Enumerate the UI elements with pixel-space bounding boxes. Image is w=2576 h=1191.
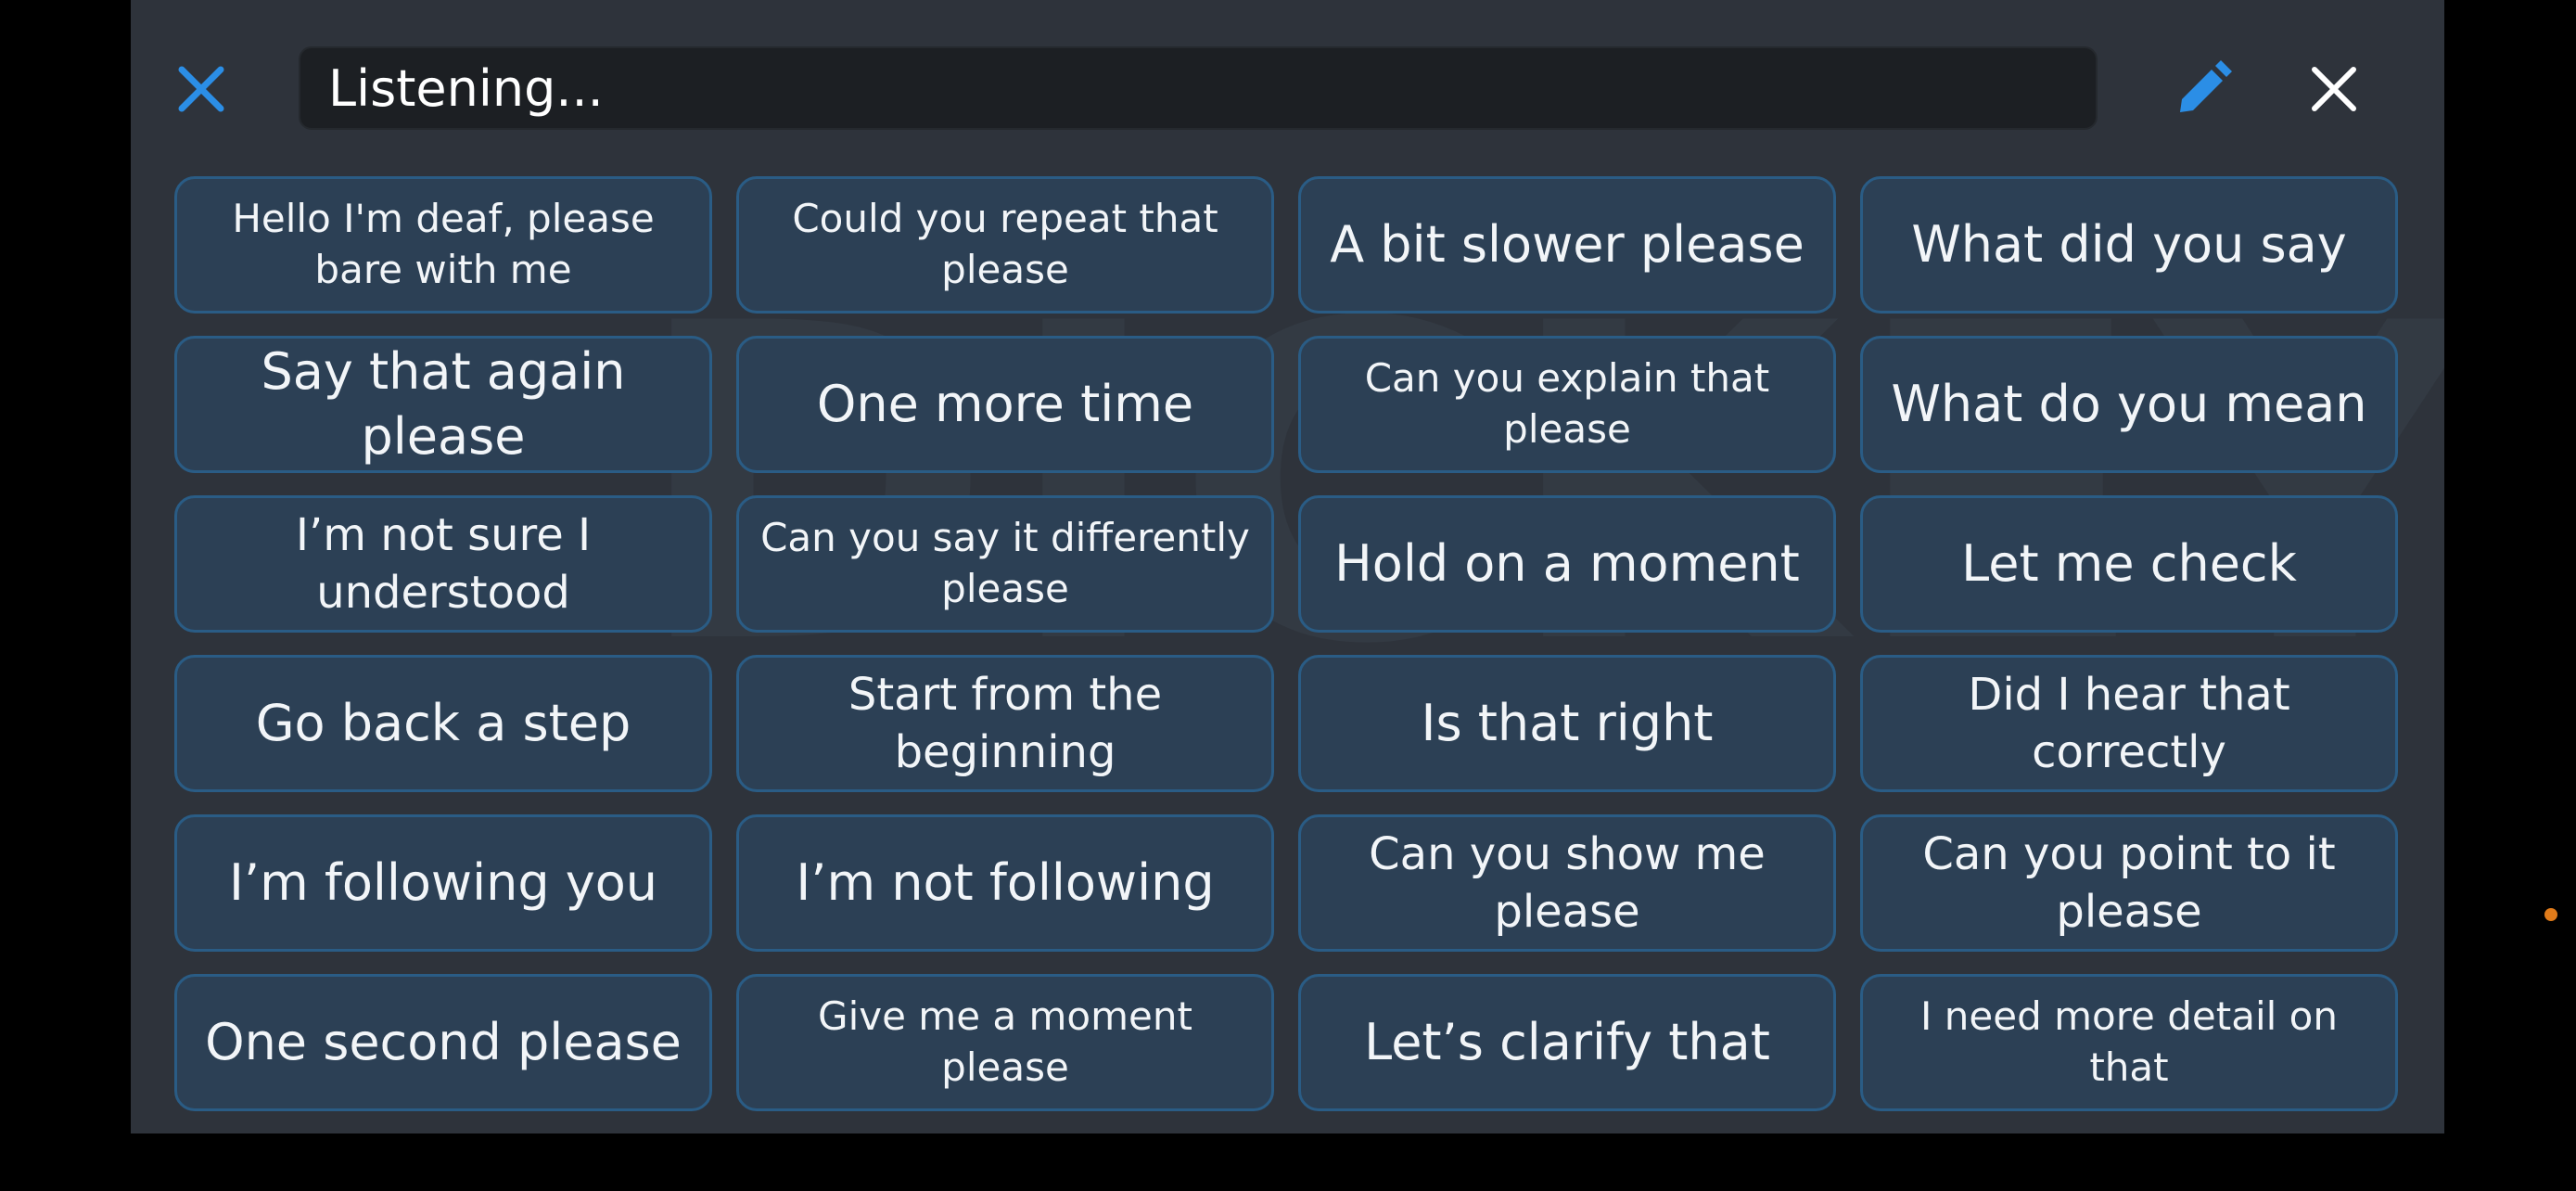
close-icon bbox=[178, 66, 224, 112]
phrase-button[interactable]: One more time bbox=[736, 336, 1274, 473]
phrase-panel: DICKEY Listening... Hello I'm deaf, plea bbox=[131, 0, 2444, 1133]
phrase-button[interactable]: One second please bbox=[174, 974, 712, 1111]
top-bar: Listening... bbox=[131, 0, 2444, 176]
phrase-button[interactable]: What do you mean bbox=[1860, 336, 2398, 473]
phrase-button[interactable]: A bit slower please bbox=[1298, 176, 1836, 314]
edit-button[interactable] bbox=[2166, 56, 2240, 122]
phrase-button[interactable]: Can you explain that please bbox=[1298, 336, 1836, 473]
phrase-button[interactable]: Could you repeat that please bbox=[736, 176, 1274, 314]
speech-transcript-field[interactable]: Listening... bbox=[299, 46, 2098, 130]
transcript-text: Listening... bbox=[328, 58, 604, 118]
phrase-button[interactable]: Start from the beginning bbox=[736, 655, 1274, 792]
phrase-button[interactable]: Is that right bbox=[1298, 655, 1836, 792]
phrase-button[interactable]: Hold on a moment bbox=[1298, 495, 1836, 633]
close-right-button[interactable] bbox=[2301, 56, 2367, 122]
phrase-button[interactable]: Let me check bbox=[1860, 495, 2398, 633]
phrase-button[interactable]: Give me a moment please bbox=[736, 974, 1274, 1111]
phrase-button[interactable]: What did you say bbox=[1860, 176, 2398, 314]
pencil-icon bbox=[2180, 60, 2232, 112]
phrase-button[interactable]: I need more detail on that bbox=[1860, 974, 2398, 1111]
phrase-button[interactable]: Can you say it differently please bbox=[736, 495, 1274, 633]
phrase-button[interactable]: Did I hear that correctly bbox=[1860, 655, 2398, 792]
phrase-button[interactable]: Go back a step bbox=[174, 655, 712, 792]
phrase-button[interactable]: I’m not sure I understood bbox=[174, 495, 712, 633]
phrase-button[interactable]: I’m following you bbox=[174, 814, 712, 952]
phrase-button[interactable]: Let’s clarify that bbox=[1298, 974, 1836, 1111]
phrase-button[interactable]: Say that again please bbox=[174, 336, 712, 473]
close-icon bbox=[2312, 67, 2356, 111]
close-left-button[interactable] bbox=[168, 56, 235, 122]
phrase-button[interactable]: Hello I'm deaf, please bare with me bbox=[174, 176, 712, 314]
phrase-grid: Hello I'm deaf, please bare with me Coul… bbox=[174, 176, 2398, 1111]
phrase-button[interactable]: Can you point to it please bbox=[1860, 814, 2398, 952]
phrase-button[interactable]: Can you show me please bbox=[1298, 814, 1836, 952]
phrase-button[interactable]: I’m not following bbox=[736, 814, 1274, 952]
recording-indicator-dot bbox=[2544, 908, 2557, 921]
